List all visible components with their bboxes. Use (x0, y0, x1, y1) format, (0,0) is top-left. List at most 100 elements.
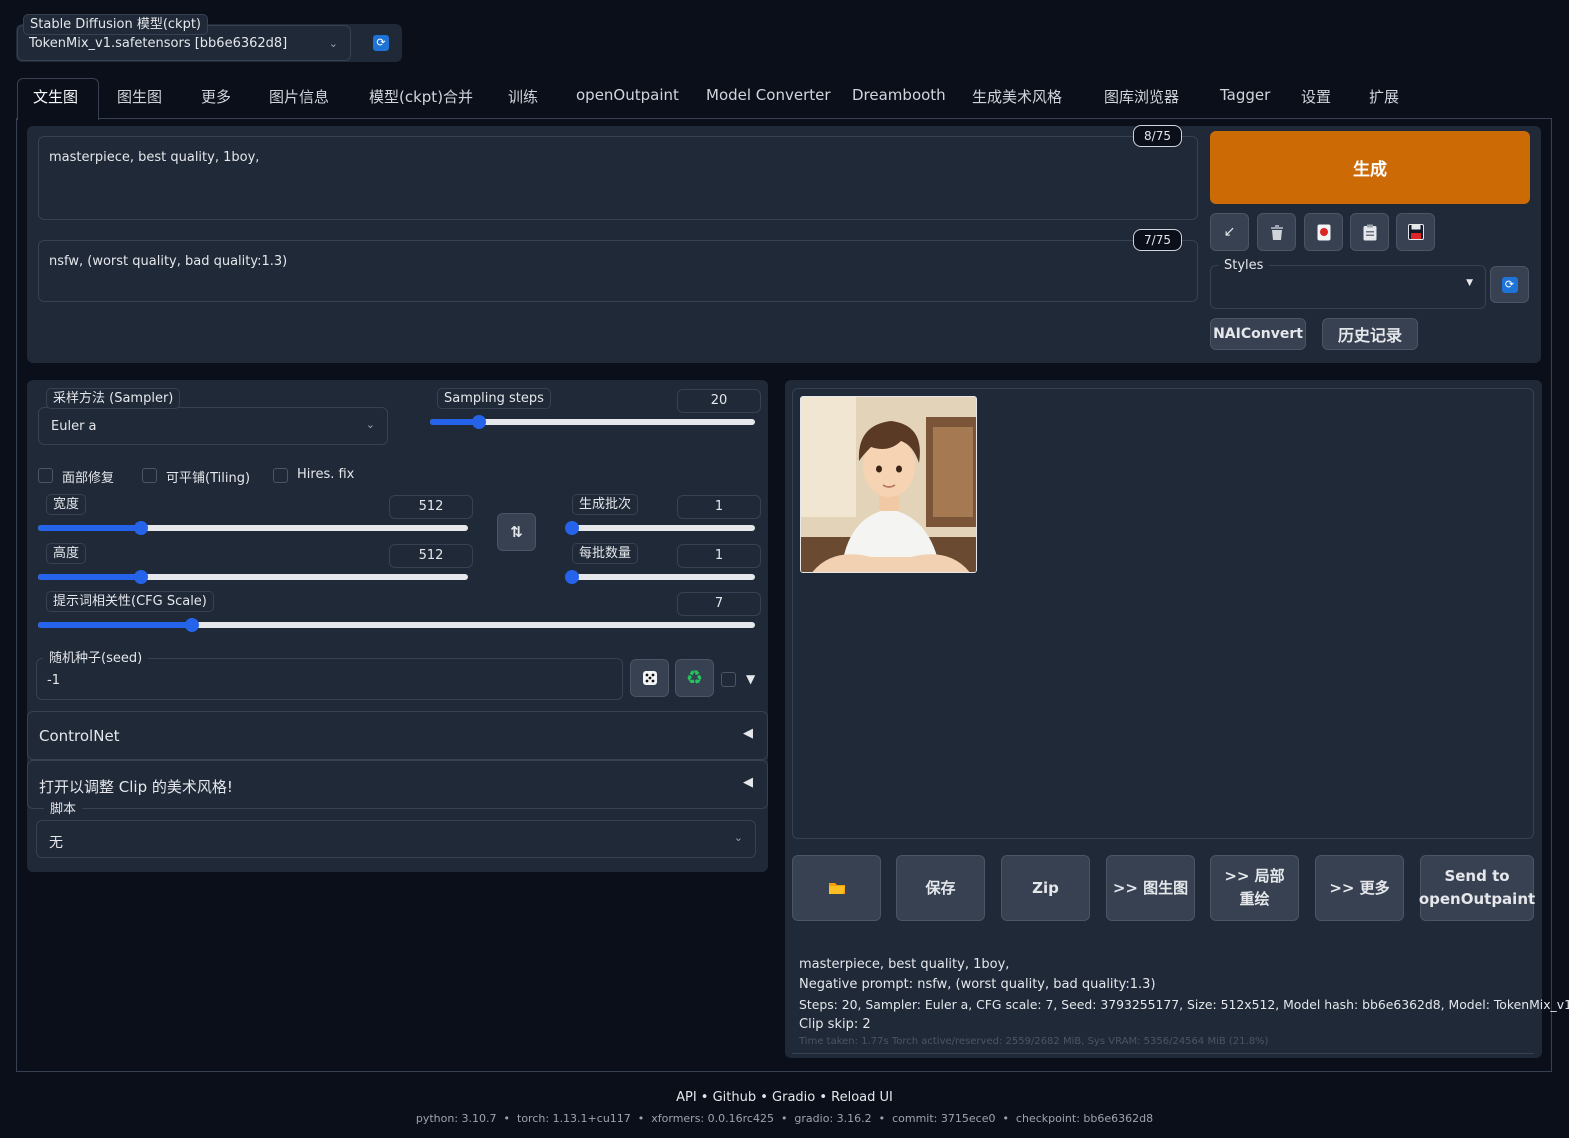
clear-prompt-button[interactable] (1257, 213, 1296, 251)
hires-fix-checkbox[interactable] (273, 468, 288, 483)
naiconvert-button[interactable]: NAIConvert (1210, 318, 1306, 350)
tab-settings[interactable]: 设置 (1301, 86, 1331, 107)
refresh-icon: ⟳ (373, 35, 389, 51)
generate-label: 生成 (1353, 160, 1387, 180)
face-restore-label: 面部修复 (62, 471, 115, 486)
output-image-thumbnail[interactable] (800, 396, 977, 573)
steps-input[interactable]: 20 (677, 389, 761, 413)
tab-extensions[interactable]: 扩展 (1369, 86, 1399, 107)
tiling-label: 可平铺(Tiling) (166, 471, 251, 486)
batch-count-slider-thumb[interactable] (565, 521, 579, 535)
tab-merge[interactable]: 模型(ckpt)合并 (369, 86, 473, 107)
save-button[interactable]: 保存 (896, 855, 985, 921)
tab-pnginfo[interactable]: 图片信息 (269, 86, 329, 107)
script-value: 无 (49, 835, 63, 851)
cfg-input[interactable]: 7 (677, 592, 761, 616)
info-clip-skip: Clip skip: 2 (799, 1017, 871, 1032)
refresh-styles-button[interactable]: ⟳ (1490, 266, 1529, 303)
paste-params-button[interactable]: ↙ (1210, 213, 1249, 251)
seed-value: -1 (47, 673, 60, 688)
generate-button[interactable]: 生成 (1210, 131, 1530, 204)
send-to-inpaint-label: >> 局部重绘 (1224, 867, 1285, 908)
send-to-img2img-button[interactable]: >> 图生图 (1106, 855, 1195, 921)
tab-tagger[interactable]: Tagger (1220, 86, 1270, 104)
triangle-left-icon: ◀ (743, 775, 753, 790)
batch-size-input[interactable]: 1 (677, 544, 761, 568)
triangle-left-icon: ◀ (743, 726, 753, 741)
zip-label: Zip (1032, 878, 1059, 897)
tab-label-txt2img[interactable]: 文生图 (33, 86, 78, 107)
send-to-openoutpaint-button[interactable]: Send to openOutpaint (1418, 855, 1536, 921)
swap-icon: ⇅ (510, 523, 523, 541)
tab-openoutpaint[interactable]: openOutpaint (576, 86, 679, 104)
send-to-inpaint-button[interactable]: >> 局部重绘 (1210, 855, 1299, 921)
extra-seed-checkbox[interactable] (721, 672, 736, 687)
time-taken: Time taken: 1.77s Torch active/reserved:… (799, 1036, 1269, 1047)
footer-links[interactable]: API • Github • Gradio • Reload UI (0, 1090, 1569, 1105)
face-restore-checkbox[interactable] (38, 468, 53, 483)
send-to-extras-label: >> 更多 (1329, 878, 1390, 897)
tab-model-converter[interactable]: Model Converter (706, 86, 831, 104)
cfg-slider-fill (38, 622, 193, 628)
footer-versions: python: 3.10.7 • torch: 1.13.1+cu117 • x… (415, 1112, 1154, 1125)
tab-train[interactable]: 训练 (508, 86, 538, 107)
negative-token-counter: 7/75 (1133, 229, 1182, 251)
send-to-openoutpaint-label: Send to openOutpaint (1418, 867, 1536, 908)
info-prompt: masterpiece, best quality, 1boy, (799, 957, 1010, 972)
save-style-button[interactable] (1396, 213, 1435, 251)
height-input[interactable]: 512 (389, 544, 473, 568)
clip-aesthetic-accordion[interactable]: 打开以调整 Clip 的美术风格! ◀ (27, 760, 768, 809)
floppy-icon (1407, 224, 1424, 240)
chevron-down-icon: ⌄ (733, 831, 743, 844)
tab-extras[interactable]: 更多 (201, 86, 231, 107)
controlnet-accordion[interactable]: ControlNet ◀ (27, 711, 768, 760)
open-folder-button[interactable] (792, 855, 881, 921)
swap-dimensions-button[interactable]: ⇅ (497, 513, 536, 551)
caret-down-icon[interactable]: ▼ (746, 672, 755, 686)
reuse-seed-button[interactable]: ♻ (675, 659, 714, 697)
extra-networks-button[interactable] (1304, 213, 1343, 251)
random-seed-button[interactable] (630, 659, 669, 697)
tiling-checkbox[interactable] (142, 468, 157, 483)
script-select[interactable]: 无 ⌄ (36, 820, 756, 858)
seed-label: 随机种子(seed) (43, 649, 149, 668)
apply-style-button[interactable] (1350, 213, 1389, 251)
height-slider-fill (38, 574, 142, 580)
history-button[interactable]: 历史记录 (1322, 318, 1418, 350)
steps-slider-thumb[interactable] (471, 415, 486, 429)
dice-icon (642, 671, 657, 685)
width-input[interactable]: 512 (389, 495, 473, 519)
info-params: Steps: 20, Sampler: Euler a, CFG scale: … (799, 997, 1569, 1012)
tab-gallery[interactable]: 图库浏览器 (1104, 86, 1179, 107)
prompt-input[interactable]: masterpiece, best quality, 1boy, (38, 136, 1198, 220)
negative-prompt-input[interactable]: nsfw, (worst quality, bad quality:1.3) (38, 240, 1198, 302)
batch-size-slider-thumb[interactable] (565, 570, 579, 584)
refresh-model-button[interactable]: ⟳ (364, 32, 398, 54)
send-to-extras-button[interactable]: >> 更多 (1315, 855, 1404, 921)
tab-aesthetic[interactable]: 生成美术风格 (972, 86, 1062, 107)
tab-dreambooth[interactable]: Dreambooth (852, 86, 946, 104)
clipboard-icon (1363, 224, 1376, 240)
batch-size-slider[interactable] (565, 570, 755, 584)
batch-count-slider[interactable] (565, 521, 755, 535)
arrow-icon: ↙ (1223, 224, 1236, 240)
steps-slider[interactable] (430, 415, 755, 429)
width-label: 宽度 (46, 494, 87, 515)
cfg-label: 提示词相关性(CFG Scale) (46, 591, 214, 612)
recycle-icon: ♻ (685, 667, 704, 689)
batch-count-input[interactable]: 1 (677, 495, 761, 519)
tab-img2img[interactable]: 图生图 (117, 86, 162, 107)
chevron-down-icon: ⌄ (365, 418, 375, 431)
styles-label: Styles (1218, 256, 1270, 275)
batch-count-label: 生成批次 (572, 494, 639, 515)
height-slider[interactable] (38, 570, 468, 584)
clip-aesthetic-label: 打开以调整 Clip 的美术风格! (39, 778, 233, 796)
width-slider[interactable] (38, 521, 468, 535)
cfg-slider[interactable] (38, 618, 755, 632)
zip-button[interactable]: Zip (1001, 855, 1090, 921)
prompt-token-counter: 8/75 (1133, 125, 1182, 147)
folder-icon (828, 883, 845, 894)
sampler-select[interactable]: Euler a ⌄ (38, 407, 388, 445)
refresh-icon: ⟳ (1501, 276, 1518, 293)
generation-info: masterpiece, best quality, 1boy, Negativ… (799, 955, 1569, 1035)
